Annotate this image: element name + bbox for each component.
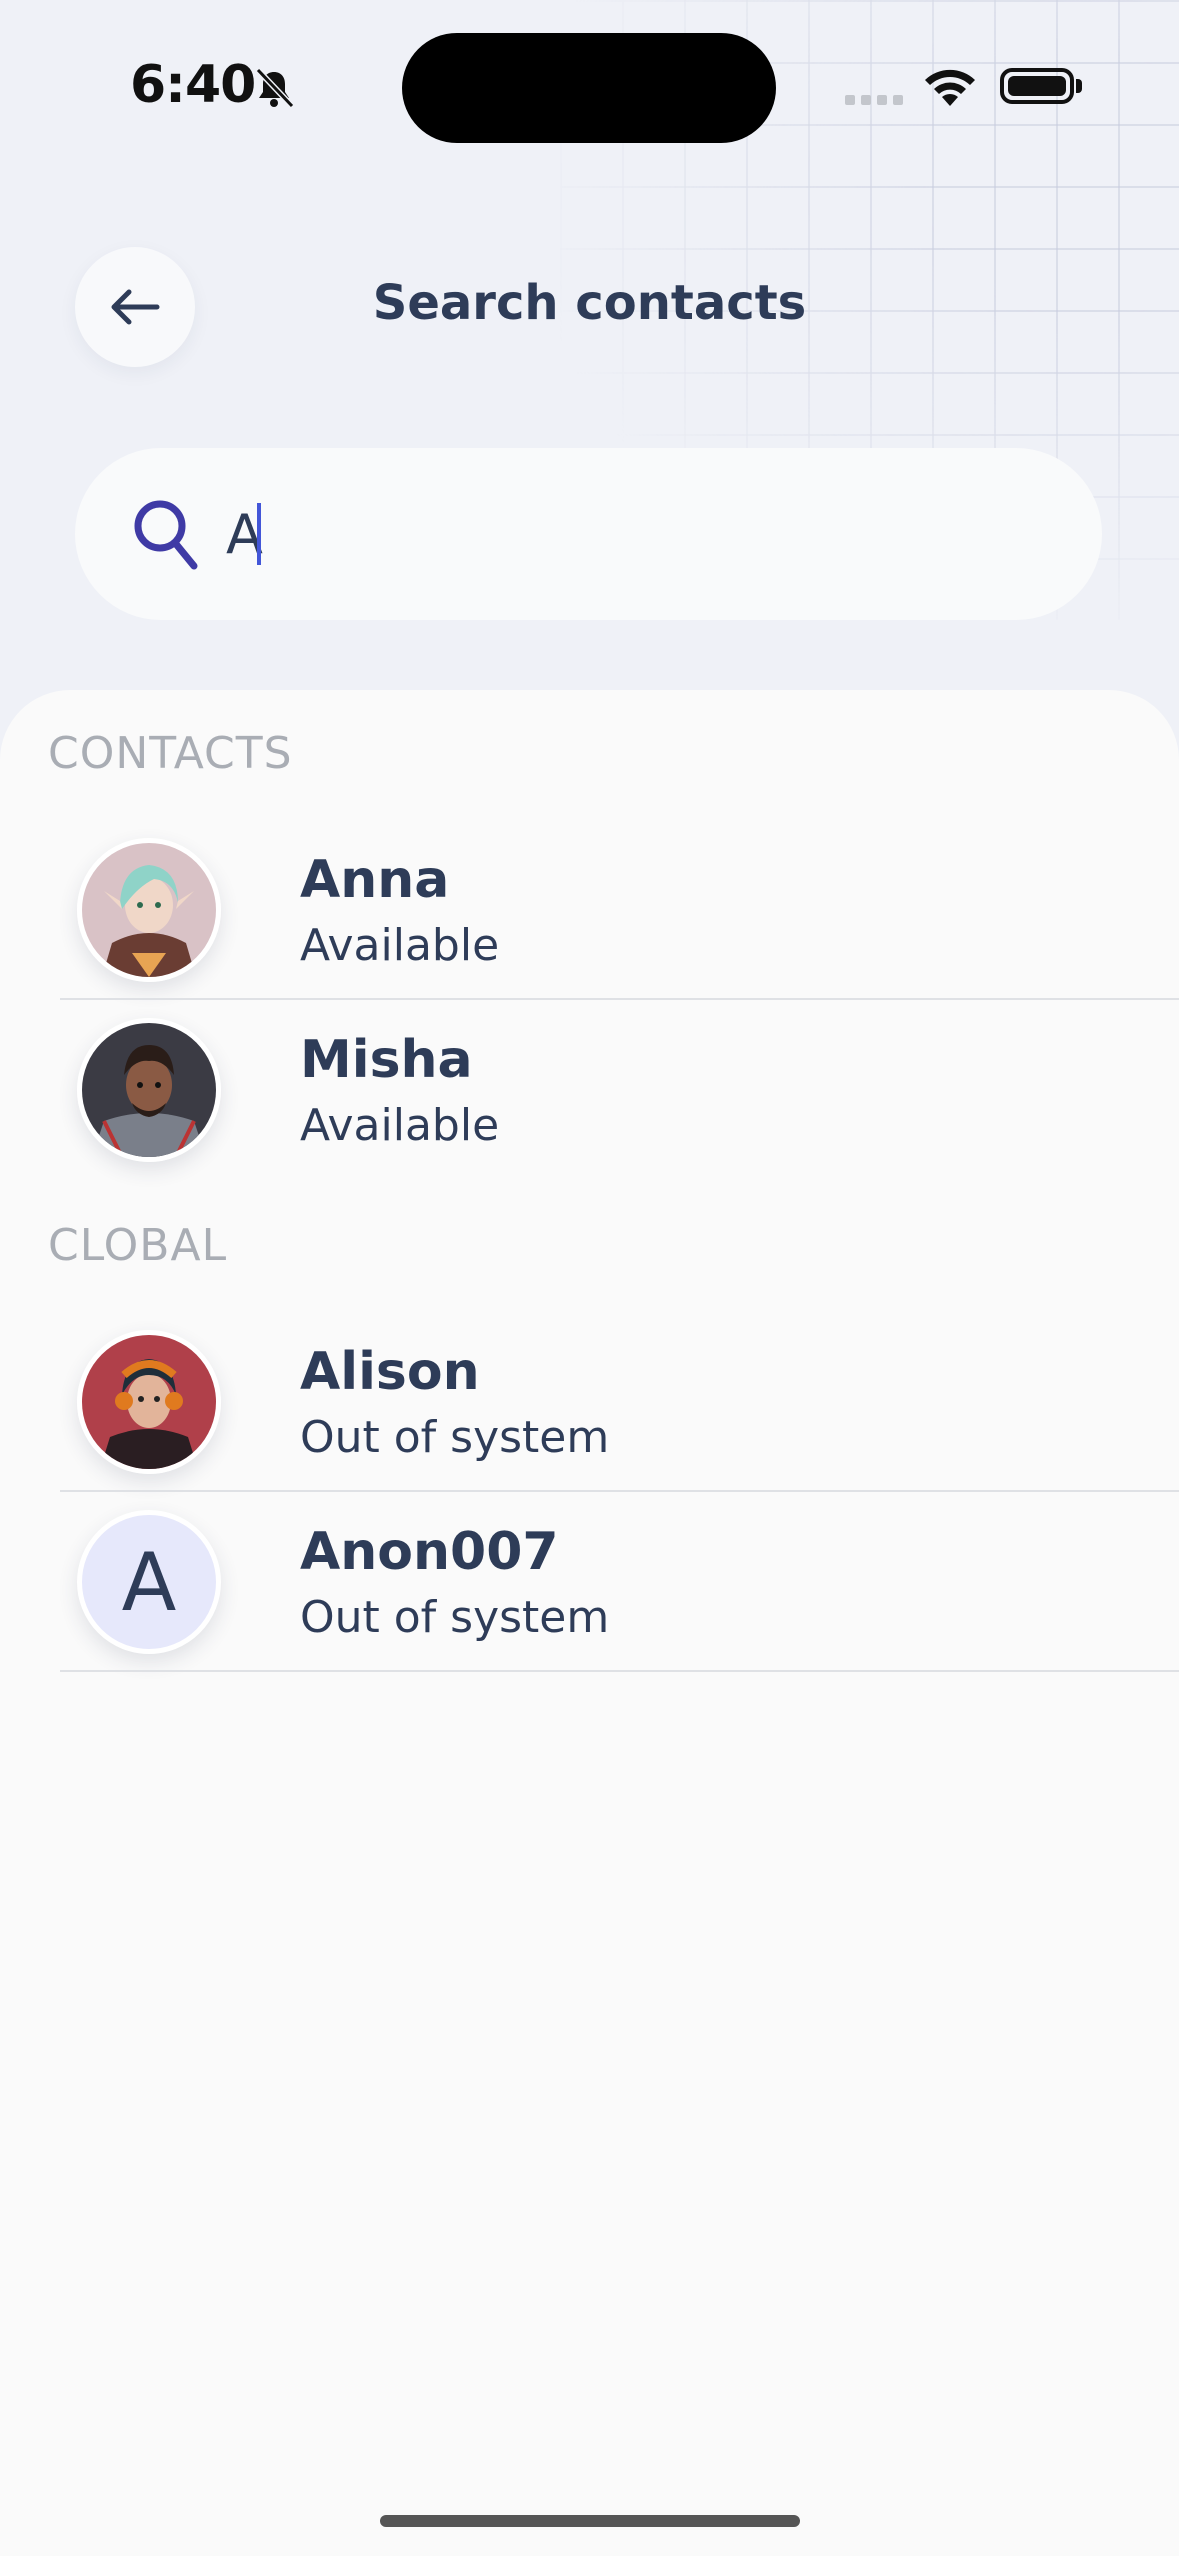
avatar-anna bbox=[77, 838, 221, 982]
contact-name: Anna bbox=[300, 850, 450, 910]
battery-cap bbox=[1076, 79, 1082, 93]
dynamic-island bbox=[402, 33, 776, 143]
home-indicator bbox=[380, 2515, 800, 2527]
contact-status: Out of system bbox=[300, 1592, 610, 1643]
search-icon bbox=[134, 500, 198, 570]
section-label-contacts: CONTACTS bbox=[48, 728, 293, 779]
contact-row-anna[interactable]: Anna Available bbox=[0, 820, 1179, 1000]
divider bbox=[60, 1670, 1179, 1672]
battery-icon bbox=[1000, 68, 1074, 104]
avatar-alison bbox=[77, 1330, 221, 1474]
global-row-alison[interactable]: Alison Out of system bbox=[0, 1312, 1179, 1492]
bell-muted-icon bbox=[255, 67, 295, 109]
contact-name: Anon007 bbox=[300, 1522, 559, 1582]
wifi-icon bbox=[925, 69, 975, 106]
contact-status: Available bbox=[300, 920, 500, 971]
contact-status: Out of system bbox=[300, 1412, 610, 1463]
text-caret bbox=[257, 503, 261, 565]
contact-name: Alison bbox=[300, 1342, 480, 1402]
contact-row-misha[interactable]: Misha Available bbox=[0, 1000, 1179, 1180]
section-label-global: CLOBAL bbox=[48, 1220, 228, 1271]
avatar-misha bbox=[77, 1018, 221, 1162]
page-title: Search contacts bbox=[372, 275, 807, 331]
status-time: 6:40 bbox=[130, 55, 256, 115]
global-row-anon007[interactable]: A Anon007 Out of system bbox=[0, 1492, 1179, 1672]
contact-name: Misha bbox=[300, 1030, 473, 1090]
cellular-signal-icon bbox=[845, 95, 903, 105]
avatar-initial: A bbox=[77, 1510, 221, 1654]
contact-status: Available bbox=[300, 1100, 500, 1151]
